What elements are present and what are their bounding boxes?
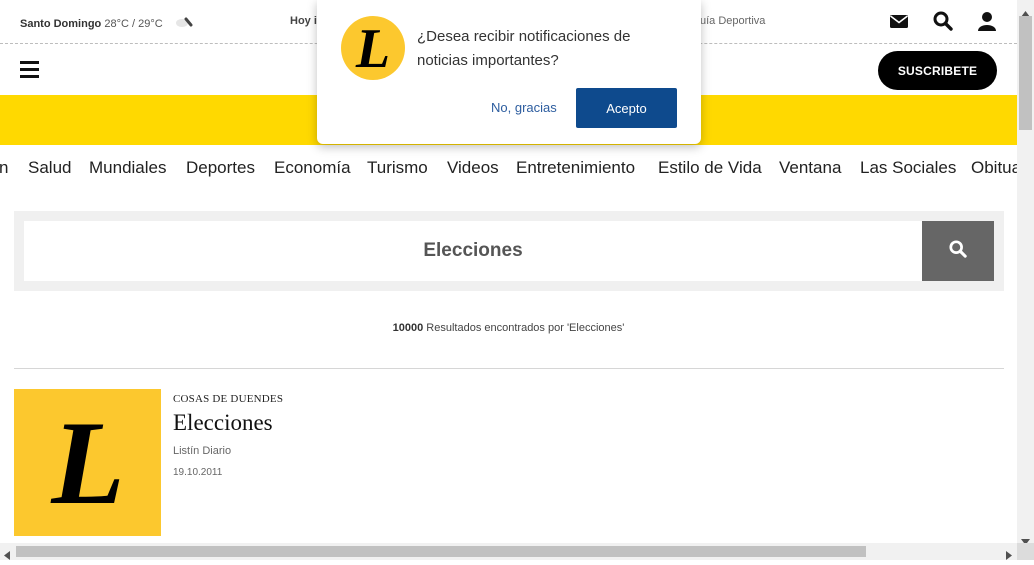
- nav-item-entretenimiento[interactable]: Entretenimiento: [516, 158, 635, 178]
- nav-item-economia[interactable]: Economía: [274, 158, 351, 178]
- article-title[interactable]: Elecciones: [173, 410, 273, 436]
- nav-item-mundiales[interactable]: Mundiales: [89, 158, 167, 178]
- listin-logo-icon: L: [341, 16, 405, 80]
- accept-button[interactable]: Acepto: [576, 88, 677, 128]
- logo-letter: L: [50, 403, 124, 523]
- article-section[interactable]: COSAS DE DUENDES: [173, 393, 283, 405]
- page: Santo Domingo 28°C / 29°C Hoy i uía Depo…: [0, 0, 1017, 543]
- nav-item[interactable]: n: [0, 158, 8, 178]
- divider: [14, 368, 1004, 369]
- notification-popup: L ¿Desea recibir notificaciones de notic…: [317, 0, 701, 144]
- listin-logo-icon: L: [50, 403, 124, 523]
- nav-item-ventana[interactable]: Ventana: [779, 158, 841, 178]
- nav-item-salud[interactable]: Salud: [28, 158, 71, 178]
- nav-item-estilo-de-vida[interactable]: Estilo de Vida: [658, 158, 762, 178]
- results-summary: 10000 Resultados encontrados por 'Elecci…: [0, 322, 1017, 334]
- search-panel: Elecciones: [14, 211, 1004, 291]
- weather-widget: Santo Domingo 28°C / 29°C: [20, 15, 196, 30]
- subscribe-button[interactable]: SUSCRIBETE: [878, 51, 997, 90]
- nav-item-deportes[interactable]: Deportes: [186, 158, 255, 178]
- scroll-right-arrow-icon[interactable]: [1006, 547, 1012, 565]
- cloud-icon: [174, 16, 196, 28]
- scrollbar-corner: [1017, 543, 1034, 560]
- results-count: 10000: [392, 322, 424, 334]
- weather-temperature: 28°C / 29°C: [104, 18, 163, 30]
- scroll-left-arrow-icon[interactable]: [4, 547, 10, 565]
- hamburger-icon[interactable]: [20, 61, 39, 78]
- weather-city: Santo Domingo: [20, 18, 102, 30]
- today-link[interactable]: Hoy i: [290, 15, 317, 27]
- vertical-scrollbar[interactable]: [1017, 0, 1034, 545]
- search-icon: [949, 239, 967, 263]
- results-text: Resultados encontrados por 'Elecciones': [426, 322, 625, 334]
- nav-item-obituarios[interactable]: Obitua: [971, 158, 1017, 178]
- sports-guide-link[interactable]: uía Deportiva: [700, 15, 765, 27]
- nav-item-turismo[interactable]: Turismo: [367, 158, 428, 178]
- nav-item-videos[interactable]: Videos: [447, 158, 499, 178]
- search-icon[interactable]: [933, 11, 953, 31]
- horizontal-scroll-thumb[interactable]: [16, 546, 866, 557]
- horizontal-scrollbar[interactable]: [0, 543, 1017, 560]
- search-submit-button[interactable]: [922, 221, 994, 281]
- article-thumbnail[interactable]: L: [14, 389, 161, 536]
- category-nav: n Salud Mundiales Deportes Economía Turi…: [0, 158, 1017, 182]
- article-date: 19.10.2011: [173, 467, 223, 478]
- search-input[interactable]: Elecciones: [24, 221, 922, 281]
- popup-message: ¿Desea recibir notificaciones de noticia…: [417, 28, 631, 69]
- article-author: Listín Diario: [173, 445, 232, 457]
- envelope-icon[interactable]: [889, 11, 909, 31]
- nav-item-las-sociales[interactable]: Las Sociales: [860, 158, 956, 178]
- vertical-scroll-thumb[interactable]: [1019, 16, 1032, 130]
- decline-button[interactable]: No, gracias: [491, 100, 557, 115]
- user-icon[interactable]: [977, 11, 997, 31]
- top-icons: [889, 11, 997, 31]
- popup-logo-letter: L: [355, 21, 390, 75]
